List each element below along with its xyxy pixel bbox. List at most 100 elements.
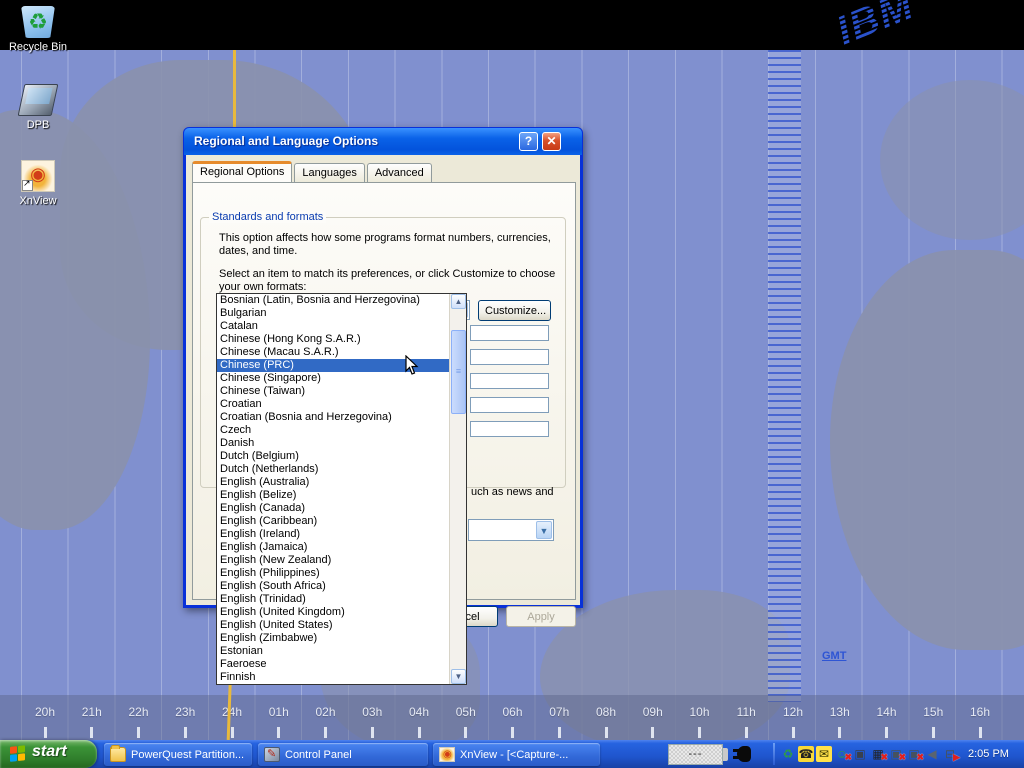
list-item[interactable]: Dutch (Belgium) — [217, 450, 466, 463]
list-item[interactable]: English (United States) — [217, 619, 466, 632]
hour-label: 23h — [170, 705, 200, 719]
list-item[interactable]: Faeroese — [217, 658, 466, 671]
hour-label: 16h — [965, 705, 995, 719]
dialog-title: Regional and Language Options — [194, 134, 378, 148]
location-combobox[interactable]: ▼ — [468, 519, 554, 541]
groupbox-title: Standards and formats — [209, 211, 326, 223]
network-device-tray-icon[interactable]: ▣ — [852, 746, 868, 762]
list-item[interactable]: English (Belize) — [217, 489, 466, 502]
list-item[interactable]: Bulgarian — [217, 307, 466, 320]
recycle-bin-icon — [21, 6, 55, 38]
hour-label: 13h — [825, 705, 855, 719]
list-item[interactable]: English (Caribbean) — [217, 515, 466, 528]
gmt-label: GMT — [822, 650, 846, 662]
hour-label: 24h — [217, 705, 247, 719]
hour-label: 12h — [778, 705, 808, 719]
hour-label: 21h — [77, 705, 107, 719]
scroll-down-button[interactable]: ▼ — [451, 669, 466, 684]
cpanel-icon — [264, 747, 280, 762]
taskbar-button-xnview[interactable]: XnView - [<Capture-... — [433, 743, 600, 766]
hour-label: 07h — [544, 705, 574, 719]
list-item[interactable]: Dutch (Netherlands) — [217, 463, 466, 476]
hour-label: 01h — [264, 705, 294, 719]
chevron-down-icon[interactable]: ▼ — [536, 521, 552, 539]
list-item[interactable]: Catalan — [217, 320, 466, 333]
list-item[interactable]: English (South Africa) — [217, 580, 466, 593]
folder-icon — [110, 747, 126, 762]
list-item[interactable]: English (Zimbabwe) — [217, 632, 466, 645]
scrollbar-thumb[interactable] — [451, 330, 466, 414]
top-band: IBM — [0, 0, 1024, 50]
start-label: start — [32, 743, 67, 761]
sample-field — [470, 349, 549, 365]
close-button[interactable]: ✕ — [542, 132, 561, 151]
description-text: This option affects how some programs fo… — [219, 232, 551, 244]
list-item[interactable]: Czech — [217, 424, 466, 437]
location-text-fragment: uch as news and — [471, 486, 554, 498]
apply-button[interactable]: Apply — [506, 606, 576, 627]
network-disconnected-tray-icon[interactable]: ▣✖ — [888, 746, 904, 762]
support-tray-icon[interactable]: ☎ — [798, 746, 814, 762]
disk-activity-tray-icon[interactable]: ⊟▶ — [942, 746, 958, 762]
list-item[interactable]: English (Canada) — [217, 502, 466, 515]
volume-tray-icon[interactable]: ◀ — [924, 746, 940, 762]
list-item[interactable]: Finnish — [217, 671, 466, 684]
toolbar-grip[interactable] — [723, 748, 728, 761]
xnview-icon — [439, 747, 455, 762]
list-item[interactable]: Estonian — [217, 645, 466, 658]
network-disconnected2-tray-icon[interactable]: ▣✖ — [906, 746, 922, 762]
list-item[interactable]: Croatian — [217, 398, 466, 411]
list-item[interactable]: Chinese (Macau S.A.R.) — [217, 346, 466, 359]
customize-button[interactable]: Customize... — [478, 300, 551, 321]
xnview-icon — [21, 160, 55, 192]
list-item[interactable]: Chinese (PRC) — [217, 359, 466, 372]
start-button[interactable]: start — [0, 740, 97, 768]
scroll-up-button[interactable]: ▲ — [451, 294, 466, 309]
removable-hardware-tray-icon[interactable]: ♻ — [780, 746, 796, 762]
desktop-icon-dpb[interactable]: DPB — [0, 84, 76, 131]
mail-alert-tray-icon[interactable]: ✉ — [816, 746, 832, 762]
list-item[interactable]: English (Australia) — [217, 476, 466, 489]
list-item[interactable]: English (Trinidad) — [217, 593, 466, 606]
hour-label: 15h — [918, 705, 948, 719]
system-tray: ♻☎✉☺✖▣▦✖▣✖▣✖◀⊟▶2:05 PM — [780, 744, 1009, 764]
tab-advanced[interactable]: Advanced — [367, 163, 432, 183]
list-item[interactable]: Chinese (Hong Kong S.A.R.) — [217, 333, 466, 346]
help-button[interactable]: ? — [519, 132, 538, 151]
desktop-toolbar-button[interactable]: --- — [668, 744, 723, 765]
dialog-titlebar[interactable]: Regional and Language Options ? ✕ — [183, 127, 583, 155]
taskbar-button-control-panel[interactable]: Control Panel — [258, 743, 428, 766]
task-button-label: PowerQuest Partition... — [131, 749, 244, 761]
list-item[interactable]: English (New Zealand) — [217, 554, 466, 567]
power-plug-icon[interactable] — [733, 745, 753, 763]
list-item[interactable]: Bosnian (Latin, Bosnia and Herzegovina) — [217, 294, 466, 307]
laptop-icon — [18, 84, 59, 116]
desktop-icon-label: XnView — [0, 195, 76, 207]
list-item[interactable]: English (United Kingdom) — [217, 606, 466, 619]
taskbar-clock[interactable]: 2:05 PM — [968, 748, 1009, 760]
messenger-offline-tray-icon[interactable]: ☺✖ — [834, 746, 850, 762]
hour-label: 20h — [30, 705, 60, 719]
tray-divider — [773, 743, 775, 765]
list-item[interactable]: English (Ireland) — [217, 528, 466, 541]
list-item[interactable]: English (Jamaica) — [217, 541, 466, 554]
taskbar-button-powerquest[interactable]: PowerQuest Partition... — [104, 743, 252, 766]
list-item[interactable]: Chinese (Taiwan) — [217, 385, 466, 398]
desktop-icon-recycle-bin[interactable]: Recycle Bin — [0, 6, 76, 53]
shortcut-arrow-icon — [22, 180, 33, 191]
desktop-icon-xnview[interactable]: XnView — [0, 160, 76, 207]
list-item[interactable]: Danish — [217, 437, 466, 450]
hour-label: 11h — [731, 705, 761, 719]
hour-label: 08h — [591, 705, 621, 719]
language-list[interactable]: ▲ ▼ Bosnian (Latin, Bosnia and Herzegovi… — [216, 293, 467, 685]
tab-regional-options[interactable]: Regional Options — [192, 161, 292, 183]
list-item[interactable]: Croatian (Bosnia and Herzegovina) — [217, 411, 466, 424]
hour-label: 03h — [357, 705, 387, 719]
list-scrollbar[interactable]: ▲ ▼ — [449, 294, 466, 684]
desktop-icon-label: DPB — [0, 119, 76, 131]
status-badge: ✖ — [844, 749, 852, 765]
tab-languages[interactable]: Languages — [294, 163, 364, 183]
list-item[interactable]: English (Philippines) — [217, 567, 466, 580]
app-error-tray-icon[interactable]: ▦✖ — [870, 746, 886, 762]
list-item[interactable]: Chinese (Singapore) — [217, 372, 466, 385]
